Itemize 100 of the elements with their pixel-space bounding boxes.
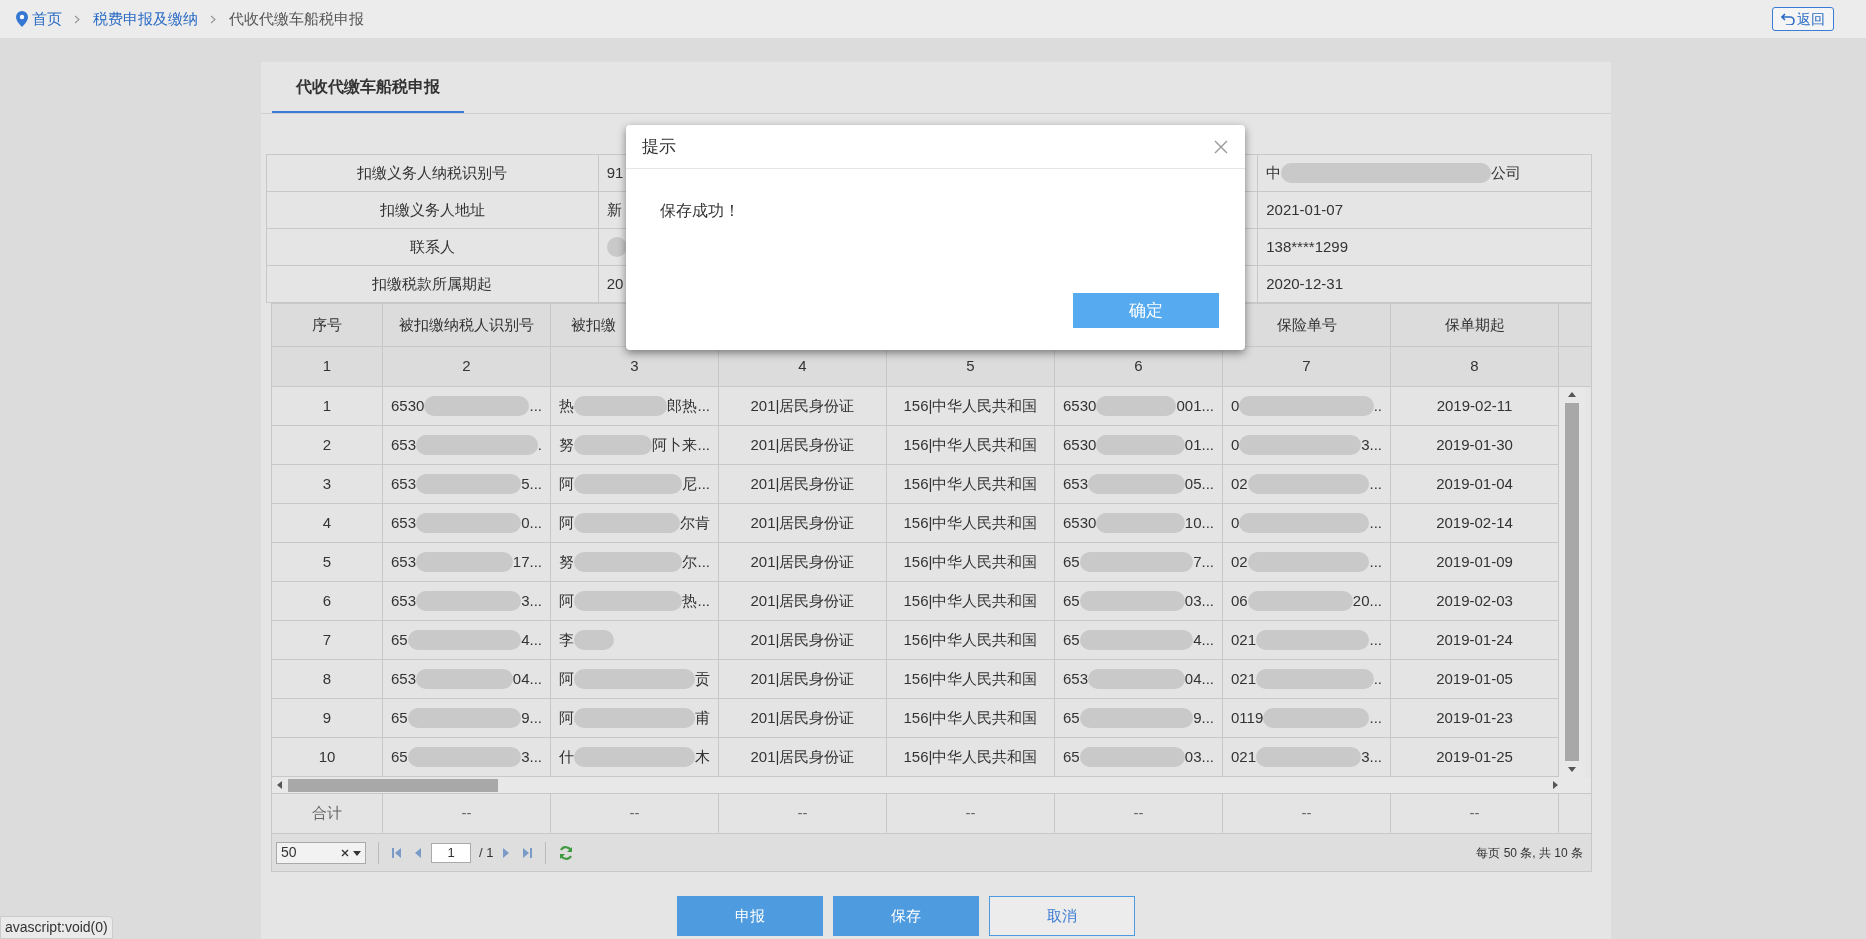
horizontal-scrollbar[interactable] — [272, 777, 1591, 794]
dialog-title: 提示 — [642, 135, 677, 158]
clear-icon[interactable] — [341, 848, 349, 857]
cell-text: .. — [1373, 395, 1382, 416]
cell-text: 2019-01-25 — [1436, 746, 1513, 767]
breadcrumb-current: 代收代缴车船税申报 — [229, 8, 364, 29]
page-size-value: 50 — [281, 843, 298, 862]
column-number: 6 — [1134, 356, 1143, 377]
cell-text: 2021-01-07 — [1266, 199, 1343, 220]
cell-text: 156|中华人民共和国 — [903, 707, 1038, 728]
cell-text: 2019-01-23 — [1436, 707, 1513, 728]
cell-text: 021 — [1231, 668, 1257, 689]
breadcrumb-link[interactable]: 税费申报及缴纳 — [93, 7, 198, 31]
cell-text: 156|中华人民共和国 — [903, 746, 1038, 767]
cell-text: 9 — [322, 707, 332, 728]
scroll-down-icon[interactable] — [1568, 765, 1576, 773]
cell-text: 阿 — [559, 590, 574, 611]
column-header: 保单期起 — [1444, 314, 1505, 335]
cell-text: ... — [529, 395, 542, 416]
action-button[interactable]: 取消 — [989, 896, 1135, 936]
cell-text: 2019-01-09 — [1436, 551, 1513, 572]
cell-text: 021 — [1231, 746, 1257, 767]
column-header: 保险单号 — [1276, 314, 1337, 335]
cell-text: ... — [1369, 551, 1382, 572]
close-icon[interactable] — [1213, 138, 1229, 155]
confirm-button[interactable]: 确定 — [1073, 293, 1219, 328]
cell-text: 201|居民身份证 — [750, 629, 855, 650]
total-cell-text: 合计 — [312, 803, 342, 824]
return-arrow-icon — [1781, 13, 1795, 25]
cell-text: 7 — [322, 629, 332, 650]
cell-text: 65 — [391, 707, 408, 728]
cell-text: 9... — [521, 707, 542, 728]
cell-text: 156|中华人民共和国 — [903, 473, 1038, 494]
cell-text: 65 — [1063, 551, 1080, 572]
cell-text: 新 — [606, 199, 622, 220]
cell-text: 4... — [1193, 629, 1214, 650]
refresh-icon[interactable] — [558, 844, 575, 861]
field-label: 联系人 — [409, 236, 455, 257]
status-tooltip: avascript:void(0) — [0, 916, 113, 939]
cell-text: 1 — [322, 395, 332, 416]
cell-text: 10... — [1184, 512, 1214, 533]
cell-text: 653 — [391, 434, 417, 455]
page-count: / 1 — [479, 843, 494, 862]
cell-text: 156|中华人民共和国 — [903, 395, 1038, 416]
last-page-icon[interactable] — [521, 846, 534, 859]
total-cell-text: -- — [797, 803, 808, 824]
cell-text: 3... — [521, 746, 542, 767]
cell-text: 2019-02-14 — [1436, 512, 1513, 533]
back-button[interactable]: 返回 — [1772, 7, 1834, 31]
cell-text: .. — [1373, 668, 1382, 689]
chevron-separator-icon — [210, 14, 217, 24]
cell-text: 木 — [695, 746, 710, 767]
cell-text: 公司 — [1491, 162, 1522, 183]
caret-icon — [353, 848, 361, 857]
cell-text: 03... — [1184, 746, 1214, 767]
cell-text: 04... — [512, 668, 542, 689]
cell-text: 653 — [1063, 668, 1089, 689]
cell-text: 5... — [521, 473, 542, 494]
action-button[interactable]: 保存 — [833, 896, 979, 936]
cell-text: 01... — [1184, 434, 1214, 455]
column-number: 4 — [798, 356, 807, 377]
cell-text: 201|居民身份证 — [750, 746, 855, 767]
scroll-left-icon[interactable] — [276, 781, 284, 789]
cell-text: 阿卜来... — [652, 434, 710, 455]
cell-text: 201|居民身份证 — [750, 512, 855, 533]
column-number: 8 — [1470, 356, 1479, 377]
tab[interactable]: 代收代缴车船税申报 — [272, 62, 464, 113]
page-size-select[interactable]: 50 — [276, 841, 366, 864]
scroll-right-icon[interactable] — [1551, 781, 1559, 789]
cell-text: 3... — [1361, 746, 1382, 767]
column-header: 被扣缴纳税人识别号 — [399, 314, 534, 335]
cell-text: 653 — [391, 551, 417, 572]
total-cell-text: -- — [1469, 803, 1480, 824]
cell-text: 201|居民身份证 — [750, 668, 855, 689]
cell-text: 17... — [512, 551, 542, 572]
cell-text: 001... — [1176, 395, 1214, 416]
cell-text: 06 — [1231, 590, 1248, 611]
first-page-icon[interactable] — [391, 846, 403, 859]
cell-text: 9... — [1193, 707, 1214, 728]
breadcrumb-link[interactable]: 首页 — [32, 7, 62, 31]
scroll-up-icon[interactable] — [1568, 391, 1576, 399]
cell-text: 2019-02-03 — [1436, 590, 1513, 611]
cell-text: 5 — [322, 551, 332, 572]
cell-text: 0 — [1231, 434, 1240, 455]
cell-text: 201|居民身份证 — [750, 473, 855, 494]
cell-text: ... — [1369, 629, 1382, 650]
page-input[interactable]: 1 — [431, 842, 471, 863]
cell-text: 65 — [1063, 629, 1080, 650]
cell-text: 156|中华人民共和国 — [903, 668, 1038, 689]
cell-text: 6530 — [1063, 512, 1097, 533]
action-button[interactable]: 申报 — [677, 896, 823, 936]
cell-text: 65 — [391, 629, 408, 650]
cell-text: 20 — [606, 273, 624, 294]
column-number: 3 — [630, 356, 639, 377]
cell-text: 阿 — [559, 707, 574, 728]
cell-text: 6530 — [391, 395, 425, 416]
column-header: 序号 — [312, 314, 342, 335]
cell-text: 03... — [1184, 590, 1214, 611]
column-number: 7 — [1302, 356, 1311, 377]
cell-text: 2019-01-04 — [1436, 473, 1513, 494]
